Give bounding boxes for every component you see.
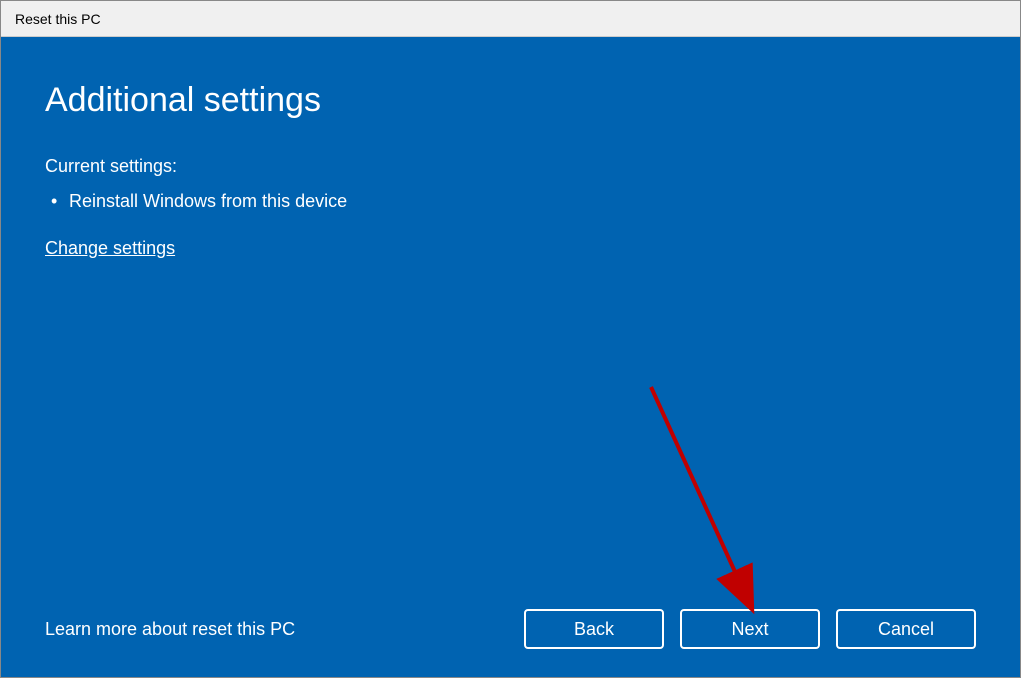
window-title: Reset this PC xyxy=(15,11,101,27)
current-settings-label: Current settings: xyxy=(45,156,976,177)
settings-list: Reinstall Windows from this device xyxy=(45,191,976,212)
dialog-content: Additional settings Current settings: Re… xyxy=(1,37,1020,677)
change-settings-link[interactable]: Change settings xyxy=(45,238,175,259)
reset-pc-dialog: Reset this PC Additional settings Curren… xyxy=(0,0,1021,678)
next-button[interactable]: Next xyxy=(680,609,820,649)
title-bar: Reset this PC xyxy=(1,1,1020,37)
button-row: Back Next Cancel xyxy=(524,609,976,649)
learn-more-link[interactable]: Learn more about reset this PC xyxy=(45,619,295,640)
cancel-button[interactable]: Cancel xyxy=(836,609,976,649)
settings-item: Reinstall Windows from this device xyxy=(45,191,976,212)
back-button[interactable]: Back xyxy=(524,609,664,649)
page-heading: Additional settings xyxy=(45,81,976,120)
dialog-footer: Learn more about reset this PC Back Next… xyxy=(45,593,976,649)
